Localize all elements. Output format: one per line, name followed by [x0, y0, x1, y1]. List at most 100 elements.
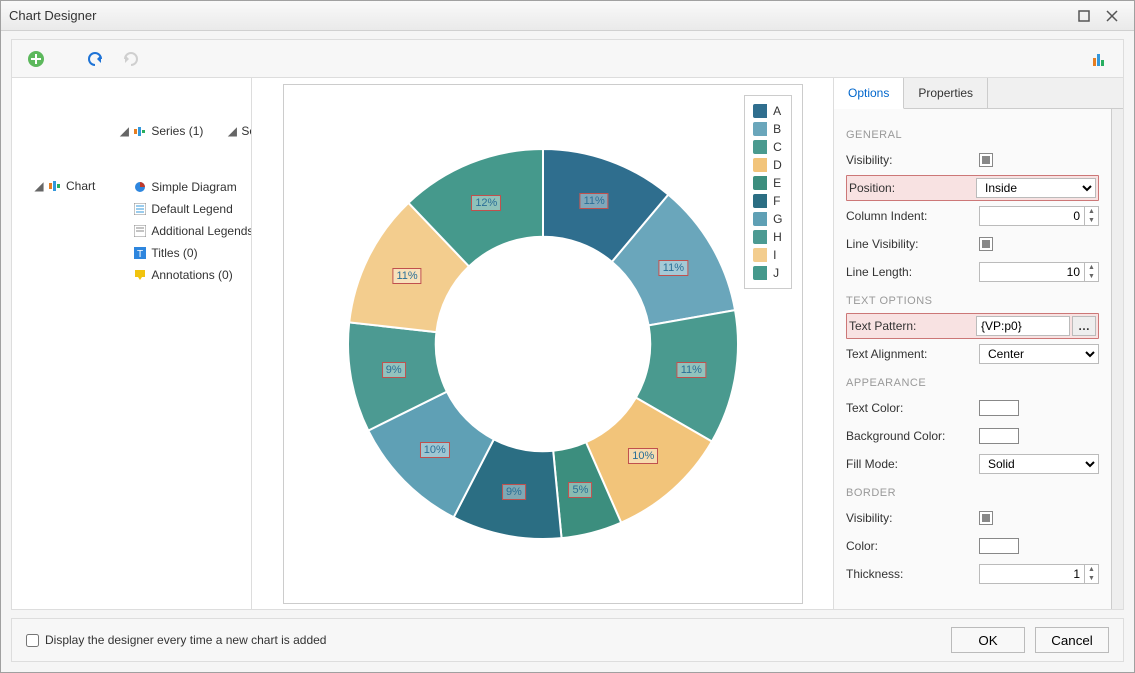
- tree-pane: ◢ Chart ◢ Series (1): [12, 78, 252, 609]
- pie-icon: [133, 180, 147, 194]
- display-designer-label: Display the designer every time a new ch…: [45, 633, 326, 647]
- section-text-options: TEXT OPTIONS: [846, 295, 1099, 307]
- display-designer-checkbox[interactable]: [26, 634, 39, 647]
- legend-item: C: [753, 138, 782, 156]
- legend-swatch-icon: [753, 158, 767, 172]
- expander-icon[interactable]: ◢: [119, 121, 129, 141]
- text-alignment-label: Text Alignment:: [846, 347, 979, 361]
- line-length-label: Line Length:: [846, 265, 979, 279]
- fill-mode-select[interactable]: Solid: [979, 454, 1099, 474]
- tree-additional-legends[interactable]: Additional Legends (0): [117, 220, 252, 242]
- maximize-button[interactable]: [1070, 6, 1098, 26]
- border-color-label: Color:: [846, 539, 979, 553]
- border-visibility-label: Visibility:: [846, 511, 979, 525]
- line-visibility-checkbox[interactable]: [979, 237, 993, 251]
- add-button[interactable]: [22, 45, 50, 73]
- toolbar: [11, 39, 1124, 77]
- legend-swatch-icon: [753, 140, 767, 154]
- tree-chart-root[interactable]: ◢ Chart: [32, 175, 97, 197]
- column-indent-spinner[interactable]: ▲▼: [979, 206, 1099, 226]
- donut-chart: 11%11%11%10%5%9%10%9%11%12%: [333, 134, 753, 554]
- main-area: ◢ Chart ◢ Series (1): [11, 77, 1124, 610]
- undo-icon: [87, 51, 105, 67]
- expander-icon[interactable]: ◢: [227, 121, 237, 141]
- chart-designer-window: Chart Designer: [0, 0, 1135, 673]
- legend-swatch-icon: [753, 122, 767, 136]
- section-appearance: APPEARANCE: [846, 377, 1099, 389]
- tree-titles2[interactable]: TTitles (0): [117, 242, 252, 264]
- legend-item: A: [753, 102, 782, 120]
- text-color-label: Text Color:: [846, 401, 979, 415]
- legends-icon: [133, 224, 147, 238]
- text-pattern-label: Text Pattern:: [849, 319, 976, 333]
- column-indent-label: Column Indent:: [846, 209, 979, 223]
- chart-icon: [48, 179, 62, 193]
- close-button[interactable]: [1098, 6, 1126, 26]
- legend-swatch-icon: [753, 212, 767, 226]
- bg-color-swatch[interactable]: [979, 428, 1019, 444]
- plus-circle-icon: [27, 50, 45, 68]
- line-length-spinner[interactable]: ▲▼: [979, 262, 1099, 282]
- section-border: BORDER: [846, 487, 1099, 499]
- line-visibility-label: Line Visibility:: [846, 237, 979, 251]
- svg-text:T: T: [137, 249, 143, 259]
- thickness-label: Thickness:: [846, 567, 979, 581]
- annotation-icon: [133, 268, 147, 282]
- properties-tabs: Options Properties: [834, 78, 1123, 109]
- legend-icon: [133, 202, 147, 216]
- tree-default-legend[interactable]: Default Legend: [117, 198, 252, 220]
- titlebar: Chart Designer: [1, 1, 1134, 31]
- donut-label: 10%: [420, 442, 450, 458]
- section-general: GENERAL: [846, 129, 1099, 141]
- legend-swatch-icon: [753, 266, 767, 280]
- redo-button[interactable]: [116, 45, 144, 73]
- close-icon: [1106, 10, 1118, 22]
- chart-preview-pane: ABCDEFGHIJ 11%11%11%10%5%9%10%9%11%12%: [252, 78, 833, 609]
- bg-color-label: Background Color:: [846, 429, 979, 443]
- donut-label: 11%: [580, 193, 609, 209]
- properties-scrollbar[interactable]: [1111, 109, 1123, 609]
- border-visibility-checkbox[interactable]: [979, 511, 993, 525]
- thickness-spinner[interactable]: ▲▼: [979, 564, 1099, 584]
- donut-label: 11%: [659, 260, 688, 276]
- legend-item: J: [753, 264, 782, 282]
- text-pattern-ellipsis-button[interactable]: …: [1072, 316, 1096, 336]
- legend-item: F: [753, 192, 782, 210]
- donut-label: 10%: [628, 448, 658, 464]
- tree-simple-diagram[interactable]: Simple Diagram: [117, 176, 252, 198]
- border-color-swatch[interactable]: [979, 538, 1019, 554]
- legend-swatch-icon: [753, 248, 767, 262]
- position-select[interactable]: Inside: [976, 178, 1096, 198]
- text-pattern-input[interactable]: [976, 316, 1070, 336]
- chart-bars-icon: [1093, 52, 1105, 66]
- expander-icon[interactable]: ◢: [34, 176, 44, 196]
- tab-options[interactable]: Options: [834, 78, 904, 109]
- footer: Display the designer every time a new ch…: [11, 618, 1124, 662]
- legend-item: I: [753, 246, 782, 264]
- legend-item: D: [753, 156, 782, 174]
- tree-series1[interactable]: ◢ Series 1: [225, 120, 252, 142]
- text-color-swatch[interactable]: [979, 400, 1019, 416]
- legend-swatch-icon: [753, 104, 767, 118]
- palette-button[interactable]: [1085, 45, 1113, 73]
- chart-card: ABCDEFGHIJ 11%11%11%10%5%9%10%9%11%12%: [283, 84, 803, 604]
- fill-mode-label: Fill Mode:: [846, 457, 979, 471]
- redo-icon: [121, 51, 139, 67]
- display-designer-checkbox-row[interactable]: Display the designer every time a new ch…: [26, 633, 941, 647]
- visibility-checkbox[interactable]: [979, 153, 993, 167]
- series-icon: [133, 124, 147, 138]
- legend-item: B: [753, 120, 782, 138]
- donut-label: 9%: [502, 484, 526, 500]
- legend-item: E: [753, 174, 782, 192]
- text-alignment-select[interactable]: Center: [979, 344, 1099, 364]
- tab-properties[interactable]: Properties: [904, 78, 988, 108]
- window-title: Chart Designer: [9, 8, 1070, 23]
- cancel-button[interactable]: Cancel: [1035, 627, 1109, 653]
- tree-annotations[interactable]: Annotations (0): [117, 264, 252, 286]
- tree-series-group[interactable]: ◢ Series (1): [117, 120, 205, 142]
- ok-button[interactable]: OK: [951, 627, 1025, 653]
- properties-pane: Options Properties GENERAL Visibility: P…: [833, 78, 1123, 609]
- undo-button[interactable]: [82, 45, 110, 73]
- title-icon: T: [133, 246, 147, 260]
- donut-label: 12%: [471, 195, 501, 211]
